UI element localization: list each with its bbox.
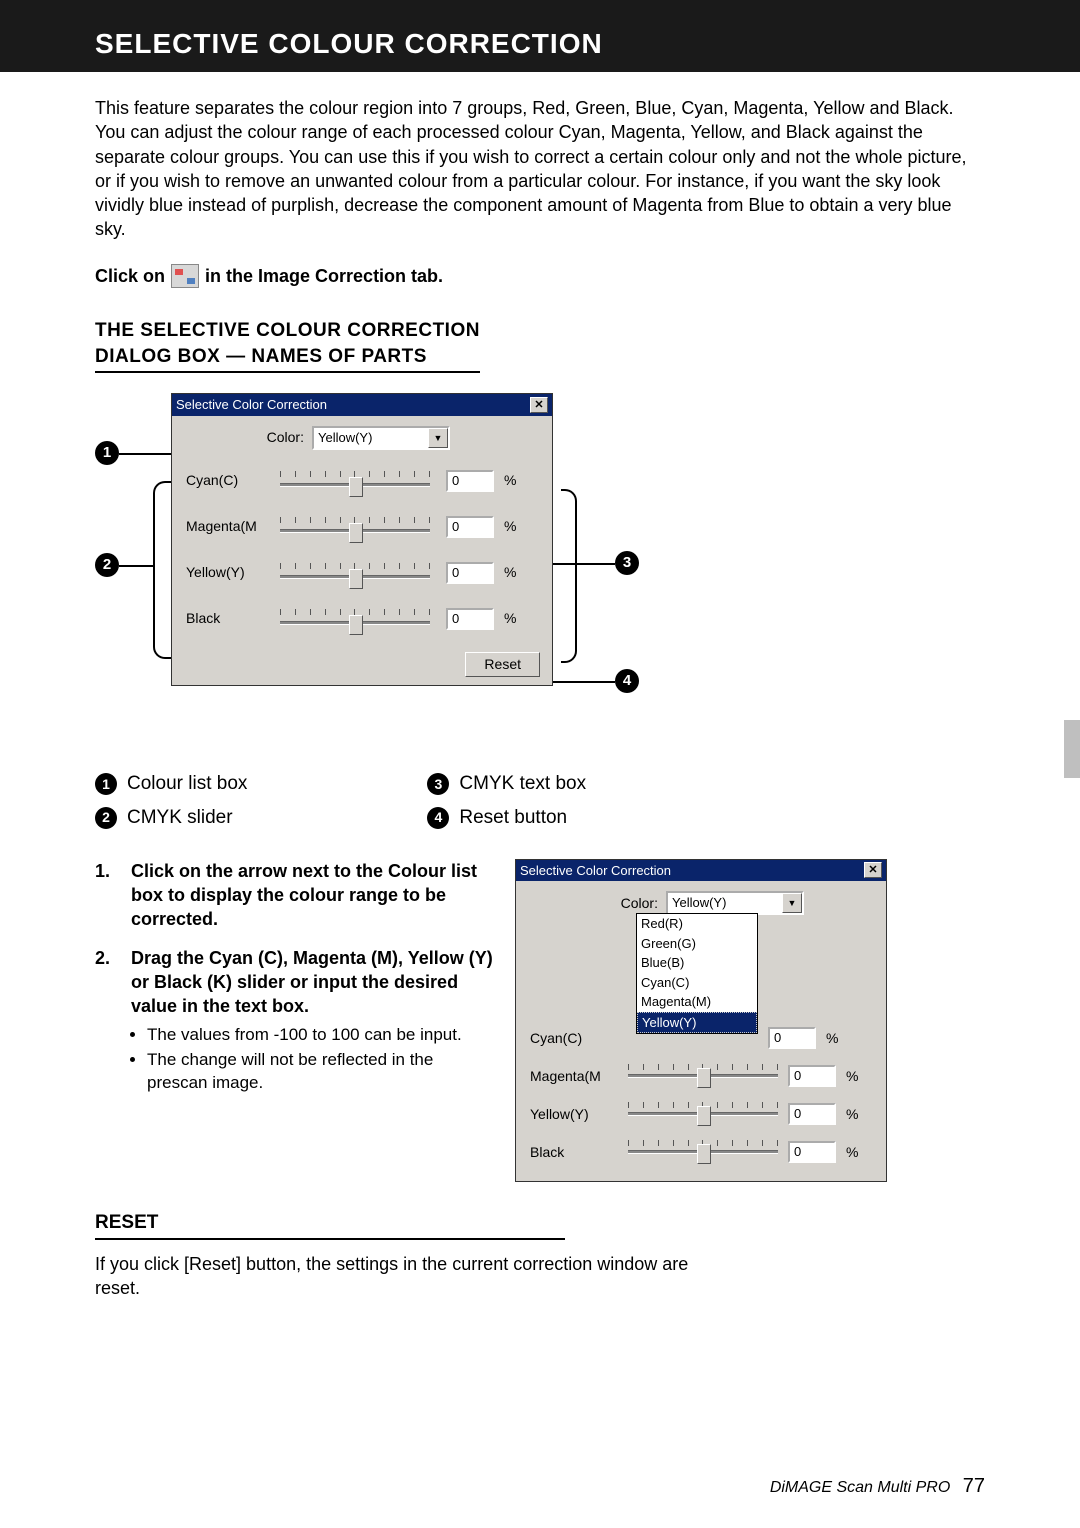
- dialog-selective-color-2: Selective Color Correction ✕ Color: Yell…: [515, 859, 887, 1183]
- row2-yellow: Yellow(Y) 0 %: [530, 1097, 874, 1131]
- row2-black: Black 0 %: [530, 1135, 874, 1169]
- legend-4: Reset button: [459, 805, 567, 831]
- label-magenta: Magenta(M: [186, 517, 274, 536]
- legend-2: CMYK slider: [127, 805, 233, 831]
- color-label-2: Color:: [621, 894, 658, 913]
- label2-magenta: Magenta(M: [530, 1067, 618, 1086]
- textbox-yellow[interactable]: 0: [446, 562, 494, 584]
- option-green[interactable]: Green(G): [637, 934, 757, 954]
- label2-cyan: Cyan(C): [530, 1029, 618, 1048]
- footer-page-number: 77: [963, 1475, 985, 1497]
- step-2-bullet-1: The values from -100 to 100 can be input…: [147, 1024, 495, 1047]
- step-1: 1. Click on the arrow next to the Colour…: [95, 859, 495, 932]
- selective-color-icon: [171, 264, 199, 288]
- dialog1-title: Selective Color Correction: [176, 396, 327, 414]
- color-listbox-2-value: Yellow(Y): [672, 894, 726, 912]
- pct-black: %: [504, 609, 516, 628]
- chevron-down-icon[interactable]: ▼: [428, 428, 448, 448]
- color-label: Color:: [267, 428, 304, 447]
- section-heading-names-of-parts: THE SELECTIVE COLOUR CORRECTION DIALOG B…: [95, 318, 480, 373]
- pct2-black: %: [846, 1143, 858, 1162]
- reset-text: If you click [Reset] button, the setting…: [95, 1252, 715, 1301]
- intro-paragraph: This feature separates the colour region…: [95, 96, 985, 242]
- pct2-magenta: %: [846, 1067, 858, 1086]
- slider2-yellow[interactable]: [628, 1102, 778, 1126]
- step-2: 2. Drag the Cyan (C), Magenta (M), Yello…: [95, 946, 495, 1098]
- label2-black: Black: [530, 1143, 618, 1162]
- pct-cyan: %: [504, 471, 516, 490]
- slider-yellow[interactable]: [280, 561, 430, 585]
- step-2-bullet-2: The change will not be reflected in the …: [147, 1049, 495, 1095]
- click-before: Click on: [95, 264, 165, 288]
- callout-4: 4: [615, 669, 639, 693]
- textbox-black[interactable]: 0: [446, 608, 494, 630]
- dialog2-title: Selective Color Correction: [520, 862, 671, 880]
- slider2-black[interactable]: [628, 1140, 778, 1164]
- chevron-down-icon[interactable]: ▼: [782, 893, 802, 913]
- step-1-text: Click on the arrow next to the Colour li…: [131, 861, 477, 930]
- textbox2-black[interactable]: 0: [788, 1141, 836, 1163]
- color-listbox[interactable]: Yellow(Y) ▼: [312, 426, 450, 450]
- legend-3: CMYK text box: [459, 771, 586, 797]
- slider2-magenta[interactable]: [628, 1064, 778, 1088]
- reset-button[interactable]: Reset: [465, 652, 540, 677]
- footer: DiMAGE Scan Multi PRO 77: [770, 1475, 985, 1498]
- slider-black[interactable]: [280, 607, 430, 631]
- thumb-tab: [1064, 720, 1080, 778]
- step-1-num: 1.: [95, 859, 119, 932]
- pct-yellow: %: [504, 563, 516, 582]
- option-magenta[interactable]: Magenta(M): [637, 992, 757, 1012]
- textbox-magenta[interactable]: 0: [446, 516, 494, 538]
- row-yellow: Yellow(Y) 0 %: [186, 552, 540, 594]
- footer-product: DiMAGE Scan Multi PRO: [770, 1479, 950, 1496]
- color-listbox-2[interactable]: Yellow(Y) ▼: [666, 891, 804, 915]
- click-after: in the Image Correction tab.: [205, 264, 443, 288]
- row2-magenta: Magenta(M 0 %: [530, 1059, 874, 1093]
- option-blue[interactable]: Blue(B): [637, 953, 757, 973]
- label-cyan: Cyan(C): [186, 471, 274, 490]
- legend-num-2: 2: [95, 807, 117, 829]
- color-listbox-value: Yellow(Y): [318, 429, 372, 447]
- legend: 1 Colour list box 2 CMYK slider 3 CMYK text…: [95, 771, 985, 830]
- textbox-cyan[interactable]: 0: [446, 470, 494, 492]
- row-black: Black 0 %: [186, 598, 540, 640]
- legend-num-3: 3: [427, 773, 449, 795]
- option-cyan[interactable]: Cyan(C): [637, 973, 757, 993]
- callout-2: 2: [95, 553, 119, 577]
- dialog-selective-color-1: Selective Color Correction ✕ Color: Yell…: [171, 393, 553, 685]
- pct-magenta: %: [504, 517, 516, 536]
- label2-yellow: Yellow(Y): [530, 1105, 618, 1124]
- option-red[interactable]: Red(R): [637, 914, 757, 934]
- textbox2-cyan[interactable]: 0: [768, 1027, 816, 1049]
- reset-heading: RESET: [95, 1210, 565, 1240]
- slider-magenta[interactable]: [280, 515, 430, 539]
- row-cyan: Cyan(C) 0 %: [186, 460, 540, 502]
- page-title: SELECTIVE COLOUR CORRECTION: [0, 0, 1080, 72]
- legend-num-4: 4: [427, 807, 449, 829]
- step-2-text: Drag the Cyan (C), Magenta (M), Yellow (…: [131, 948, 493, 1017]
- section-heading-line2: DIALOG BOX — NAMES OF PARTS: [95, 346, 427, 367]
- slider-cyan[interactable]: [280, 469, 430, 493]
- label-yellow: Yellow(Y): [186, 563, 274, 582]
- pct2-yellow: %: [846, 1105, 858, 1124]
- click-instruction: Click on in the Image Correction tab.: [95, 264, 985, 288]
- option-yellow-highlight[interactable]: Yellow(Y): [637, 1012, 757, 1034]
- legend-1: Colour list box: [127, 771, 247, 797]
- pct2-cyan: %: [826, 1029, 838, 1048]
- textbox2-yellow[interactable]: 0: [788, 1103, 836, 1125]
- step-2-num: 2.: [95, 946, 119, 1098]
- callout-3: 3: [615, 551, 639, 575]
- label-black: Black: [186, 609, 274, 628]
- color-dropdown-open[interactable]: Red(R) Green(G) Blue(B) Cyan(C) Magenta(…: [636, 913, 758, 1034]
- section-heading-line1: THE SELECTIVE COLOUR CORRECTION: [95, 320, 480, 341]
- textbox2-magenta[interactable]: 0: [788, 1065, 836, 1087]
- callout-1: 1: [95, 441, 119, 465]
- dialog-diagram: 1 2 3 4 Selective Color Correction ✕ Col…: [95, 393, 655, 753]
- row-magenta: Magenta(M 0 %: [186, 506, 540, 548]
- close-icon[interactable]: ✕: [864, 862, 882, 878]
- legend-num-1: 1: [95, 773, 117, 795]
- close-icon[interactable]: ✕: [530, 397, 548, 413]
